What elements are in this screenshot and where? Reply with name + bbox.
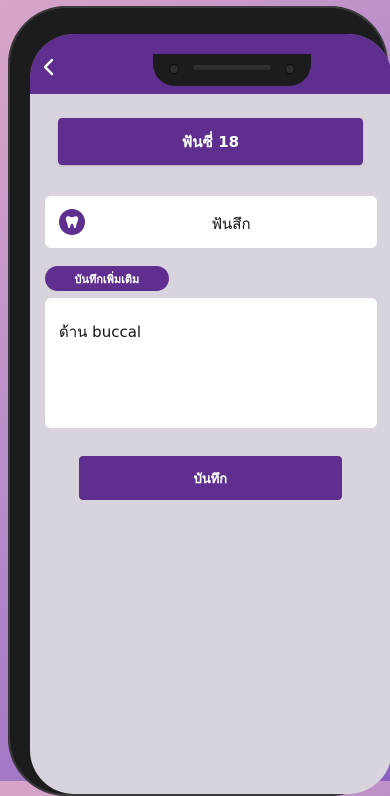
condition-label: ฟันสึก (211, 215, 251, 233)
chevron-left-icon (43, 58, 54, 76)
condition-card[interactable]: ฟันสึก (45, 196, 377, 248)
notes-textarea[interactable]: ด้าน buccal (45, 298, 377, 428)
sensor-dot (285, 64, 295, 74)
tooth-number-banner: ฟันซี่ 18 (58, 118, 363, 165)
back-button[interactable] (42, 58, 62, 78)
app-screen: เพิ่มการตรวจใหม่ ฟันซี่ 18 ฟันสึก บันทึก… (30, 34, 390, 794)
camera-dot (169, 64, 179, 74)
phone-notch (153, 54, 311, 86)
save-button[interactable]: บันทึก (79, 456, 342, 500)
notes-label: บันทึกเพิ่มเติม (45, 266, 169, 291)
tooth-icon (59, 209, 85, 235)
phone-frame: เพิ่มการตรวจใหม่ ฟันซี่ 18 ฟันสึก บันทึก… (8, 6, 390, 796)
speaker-grille (193, 65, 271, 70)
